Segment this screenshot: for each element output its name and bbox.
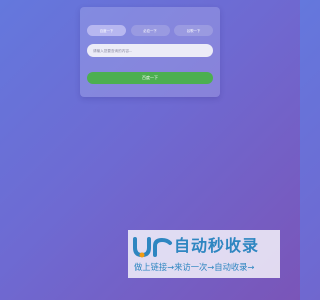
ur-logo-icon [133,237,172,258]
watermark-banner: 自动秒收录 做上链接→来访一次→自动收录→ [128,230,280,278]
search-submit-button[interactable]: 百度一下 [87,72,213,84]
tab-bing[interactable]: 必应一下 [130,25,170,36]
search-input[interactable] [87,44,213,57]
search-card: 百度一下 必应一下 谷歌一下 百度一下 [80,7,220,97]
watermark-brand: 自动秒收录 [174,236,260,255]
watermark-tagline: 做上链接→来访一次→自动收录→ [134,262,255,272]
tab-google[interactable]: 谷歌一下 [174,25,213,36]
search-engine-tabs: 百度一下 必应一下 谷歌一下 [87,25,213,36]
tab-baidu[interactable]: 百度一下 [87,25,126,36]
